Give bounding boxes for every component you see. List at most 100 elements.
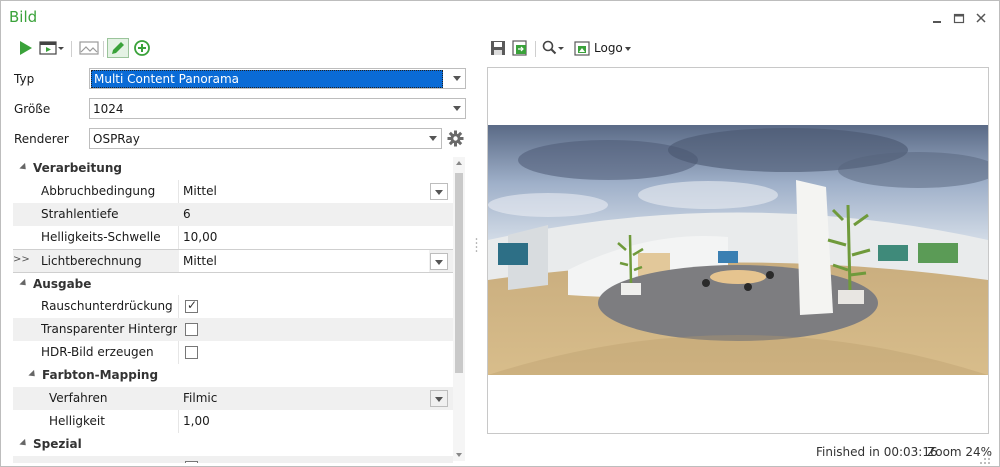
logo-button[interactable] — [573, 39, 591, 57]
prop-label: Abbruchbedingung — [41, 184, 156, 198]
render-settings-icon — [39, 41, 64, 55]
prop-helligkeits-schwelle[interactable]: Helligkeits-Schwelle 10,00 — [13, 226, 453, 249]
groesse-value: 1024 — [93, 102, 124, 116]
rauschunterdrueckung-checkbox[interactable] — [185, 298, 198, 313]
typ-select[interactable]: Multi Content Panorama — [89, 68, 466, 89]
export-button[interactable] — [511, 39, 529, 57]
edit-button[interactable] — [107, 38, 129, 58]
chevron-down-icon[interactable] — [625, 47, 631, 51]
category-verarbeitung[interactable]: Verarbeitung — [13, 157, 453, 180]
property-grid: Verarbeitung Abbruchbedingung Mittel Str… — [13, 157, 465, 463]
category-farbton-mapping[interactable]: Farbton-Mapping — [13, 364, 453, 387]
column-divider — [178, 180, 179, 203]
prop-strahlentiefe[interactable]: Strahlentiefe 6 — [13, 203, 453, 226]
dropdown-button[interactable] — [430, 390, 448, 407]
category-label: Ausgabe — [33, 277, 92, 291]
prop-value[interactable]: Mittel — [179, 250, 429, 272]
image-compare-button[interactable] — [79, 39, 99, 57]
splitter-grip-icon — [475, 238, 478, 252]
scroll-down-icon[interactable] — [456, 453, 462, 457]
prop-verfahren[interactable]: Verfahren Filmic — [13, 387, 453, 410]
prop-label: Helligkeit — [49, 414, 105, 428]
groesse-select[interactable]: 1024 — [89, 98, 466, 119]
toolbar-separator — [535, 41, 536, 57]
prop-rauschunterdrueckung[interactable]: Rauschunterdrückung — [13, 295, 453, 318]
play-icon — [20, 41, 32, 55]
prop-hdr-bild[interactable]: HDR-Bild erzeugen — [13, 341, 453, 364]
prop-value[interactable]: 1,00 — [183, 414, 210, 428]
typ-label: Typ — [14, 72, 35, 86]
partial-checkbox[interactable] — [185, 461, 198, 463]
column-divider — [178, 226, 179, 249]
minimize-icon — [933, 21, 941, 23]
row-marker: >> — [13, 254, 30, 265]
column-divider — [178, 410, 179, 433]
logo-label[interactable]: Logo — [594, 41, 623, 55]
render-settings-dropdown[interactable] — [39, 39, 65, 57]
maximize-button[interactable] — [951, 10, 967, 26]
prop-label: Verfahren — [49, 391, 108, 405]
save-button[interactable] — [489, 39, 507, 57]
category-label: Verarbeitung — [33, 161, 122, 175]
toolbar-separator — [103, 41, 104, 57]
prop-partial-row[interactable] — [13, 456, 453, 463]
prop-lichtberechnung[interactable]: >> Lichtberechnung Mittel — [13, 249, 453, 273]
scroll-up-icon[interactable] — [456, 161, 462, 165]
renderer-value: OSPRay — [93, 132, 140, 146]
column-divider — [178, 341, 179, 364]
renderer-row: Renderer OSPRay — [13, 128, 469, 150]
chevron-down-icon — [429, 136, 437, 141]
logo-icon — [574, 41, 590, 56]
prop-value[interactable]: 10,00 — [183, 230, 217, 244]
prop-abbruchbedingung[interactable]: Abbruchbedingung Mittel — [13, 180, 453, 203]
category-spezial[interactable]: Spezial — [13, 433, 453, 456]
prop-label: Transparenter Hintergru... — [41, 322, 177, 336]
export-icon — [512, 40, 527, 56]
zoom-icon — [542, 40, 564, 55]
image-viewport[interactable] — [487, 67, 989, 434]
render-window: Bild Typ Multi Content Panorama Größe 10… — [0, 0, 1000, 467]
category-ausgabe[interactable]: Ausgabe — [13, 273, 453, 296]
panorama-render-image — [488, 125, 988, 375]
zoom-dropdown[interactable] — [541, 39, 565, 57]
save-icon — [491, 41, 505, 55]
dropdown-button[interactable] — [430, 183, 448, 200]
render-button[interactable] — [17, 39, 35, 57]
hdr-bild-checkbox[interactable] — [185, 346, 198, 359]
collapse-triangle-icon — [19, 278, 29, 289]
column-divider — [178, 295, 179, 318]
prop-label: Lichtberechnung — [41, 254, 142, 268]
prop-value[interactable]: 6 — [183, 207, 191, 221]
prop-transparenter-hintergrund[interactable]: Transparenter Hintergru... — [13, 318, 453, 341]
resize-grip-icon[interactable] — [979, 453, 991, 465]
property-grid-scrollbar[interactable] — [453, 157, 465, 461]
window-title: Bild — [9, 8, 38, 26]
maximize-icon — [953, 13, 965, 24]
renderer-label: Renderer — [14, 132, 69, 146]
dropdown-button[interactable] — [430, 253, 448, 270]
groesse-row: Größe 1024 — [13, 98, 469, 120]
prop-value: Mittel — [183, 184, 217, 198]
transparenter-hintergrund-checkbox[interactable] — [185, 323, 198, 336]
prop-label: HDR-Bild erzeugen — [41, 345, 154, 359]
close-button[interactable] — [973, 10, 989, 26]
prop-value[interactable]: Filmic — [183, 391, 217, 405]
panel-splitter[interactable] — [475, 236, 478, 256]
minimize-button[interactable] — [929, 10, 945, 26]
chevron-down-icon — [453, 106, 461, 111]
scroll-thumb[interactable] — [455, 173, 463, 373]
render-time-status: Finished in 00:03:16 — [816, 445, 938, 459]
close-icon — [976, 13, 986, 23]
prop-helligkeit[interactable]: Helligkeit 1,00 — [13, 410, 453, 433]
renderer-select[interactable]: OSPRay — [89, 128, 442, 149]
add-circle-icon — [134, 40, 150, 56]
gear-icon — [447, 130, 464, 147]
category-label: Farbton-Mapping — [42, 368, 159, 382]
edit-pencil-icon — [112, 42, 124, 54]
add-button[interactable] — [133, 39, 151, 57]
renderer-settings-button[interactable] — [447, 130, 464, 147]
left-toolbar — [15, 38, 165, 59]
prop-label: Helligkeits-Schwelle — [41, 230, 161, 244]
prop-label: Strahlentiefe — [41, 207, 119, 221]
image-compare-icon — [79, 41, 99, 55]
